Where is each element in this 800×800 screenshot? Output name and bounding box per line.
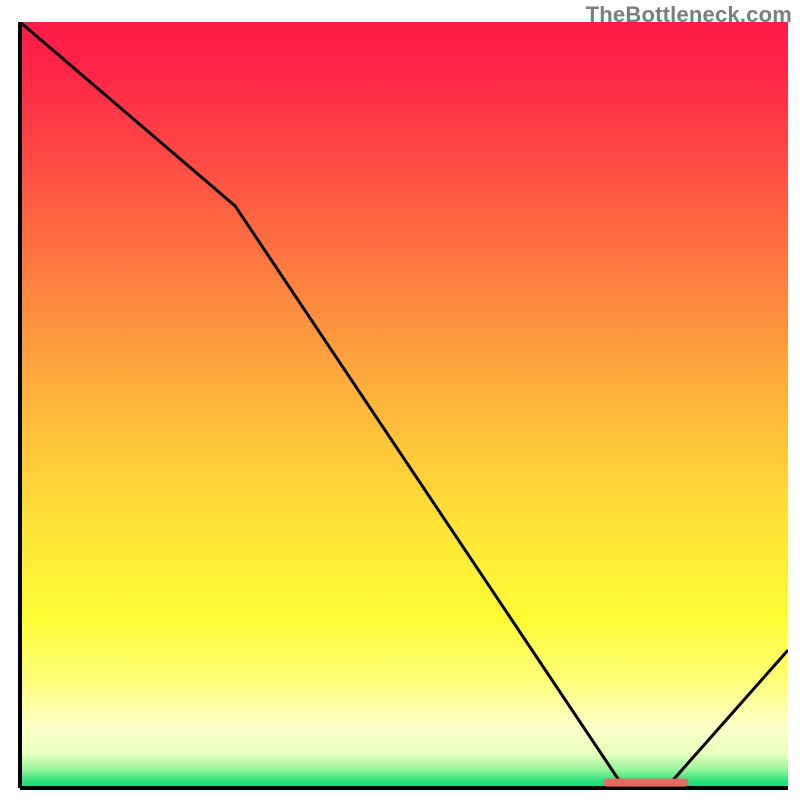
optimal-range-marker [604,779,688,787]
watermark-text: TheBottleneck.com [586,2,792,28]
chart-container: TheBottleneck.com [0,0,800,800]
bottleneck-chart [0,0,800,800]
gradient-plot-area [20,22,788,788]
